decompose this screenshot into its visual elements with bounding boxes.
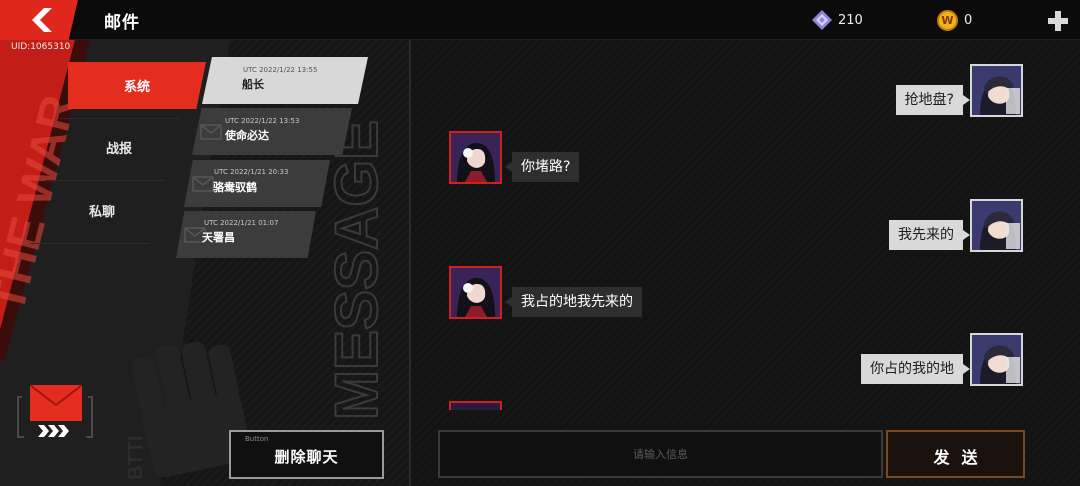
avatar-self	[970, 199, 1023, 252]
coin-count: 0	[964, 13, 973, 28]
back-arrow-icon	[32, 8, 52, 32]
avatar-self	[970, 64, 1023, 117]
mail-timestamp: UTC 2022/1/22 13:53	[225, 117, 300, 125]
tab-label: 系统	[123, 80, 150, 95]
divider	[45, 180, 165, 181]
mail-item[interactable]: UTC 2022/1/22 13:53 使命必达	[192, 108, 352, 155]
mail-timestamp: UTC 2022/1/21 20:33	[214, 168, 289, 176]
portrait-image	[451, 133, 500, 182]
chat-bubble-self: 抢地盘?	[895, 85, 971, 115]
avatar-other	[449, 266, 502, 319]
coin-icon: W	[937, 10, 958, 31]
gem-icon	[812, 10, 832, 30]
avatar-self	[970, 333, 1023, 386]
portrait-image	[972, 335, 1021, 384]
gem-count: 210	[838, 12, 863, 28]
back-button[interactable]	[0, 0, 78, 40]
tab-label: 战报	[105, 142, 132, 157]
avatar-other-partial	[449, 401, 502, 410]
button-tag: Button	[245, 435, 269, 443]
chat-bubble-self: 我先来的	[889, 220, 970, 250]
avatar-other	[449, 131, 502, 184]
tab-private-chat[interactable]: 私聊	[33, 187, 171, 234]
mail-item[interactable]: UTC 2022/1/21 01:07 天署昌	[176, 211, 316, 258]
delete-chat-button[interactable]: Button 删除聊天	[229, 430, 384, 479]
mail-item[interactable]: UTC 2022/1/21 20:33 骆鸯驭鹤	[184, 160, 330, 207]
mail-sender: 骆鸯驭鹤	[213, 181, 257, 194]
portrait-image	[451, 268, 500, 317]
mail-timestamp: UTC 2022/1/21 01:07	[204, 219, 279, 227]
envelope-icon	[192, 176, 214, 192]
tab-label: 私聊	[88, 205, 115, 220]
portrait-image	[972, 201, 1021, 250]
message-input[interactable]	[438, 430, 883, 478]
send-label: 发送	[933, 448, 990, 467]
mail-timestamp: UTC 2022/1/22 13:55	[243, 66, 318, 74]
user-id: UID:1065310	[11, 42, 71, 52]
background-text-message: MESSAGE	[323, 120, 390, 420]
add-currency-icon[interactable]	[1048, 11, 1068, 31]
coin-counter: W 0	[937, 10, 972, 31]
tab-system[interactable]: 系统	[68, 62, 206, 109]
delete-chat-label: 删除聊天	[274, 448, 339, 466]
page-title: 邮件	[104, 13, 140, 33]
envelope-icon	[200, 124, 222, 140]
gem-counter: 210	[812, 10, 863, 30]
tab-battle-report[interactable]: 战报	[50, 124, 188, 171]
portrait-image	[972, 66, 1021, 115]
background-text-btti: BTTI	[125, 436, 147, 480]
mail-item[interactable]: UTC 2022/1/22 13:55 船长	[202, 57, 368, 104]
chat-bubble-self: 你占的我的地	[861, 354, 970, 384]
divider	[60, 118, 180, 119]
mail-sender: 使命必达	[225, 129, 269, 142]
mail-sender: 船长	[242, 78, 264, 91]
chat-bubble-other: 你堵路?	[504, 152, 580, 182]
mail-envelope-icon[interactable]	[16, 385, 94, 441]
send-button[interactable]: 发送	[886, 430, 1025, 478]
chat-bubble-other: 我占的地我先来的	[505, 287, 642, 317]
top-bar: 邮件 210 W 0	[0, 0, 1080, 40]
divider	[30, 243, 150, 244]
mail-sender: 天署昌	[202, 231, 235, 244]
